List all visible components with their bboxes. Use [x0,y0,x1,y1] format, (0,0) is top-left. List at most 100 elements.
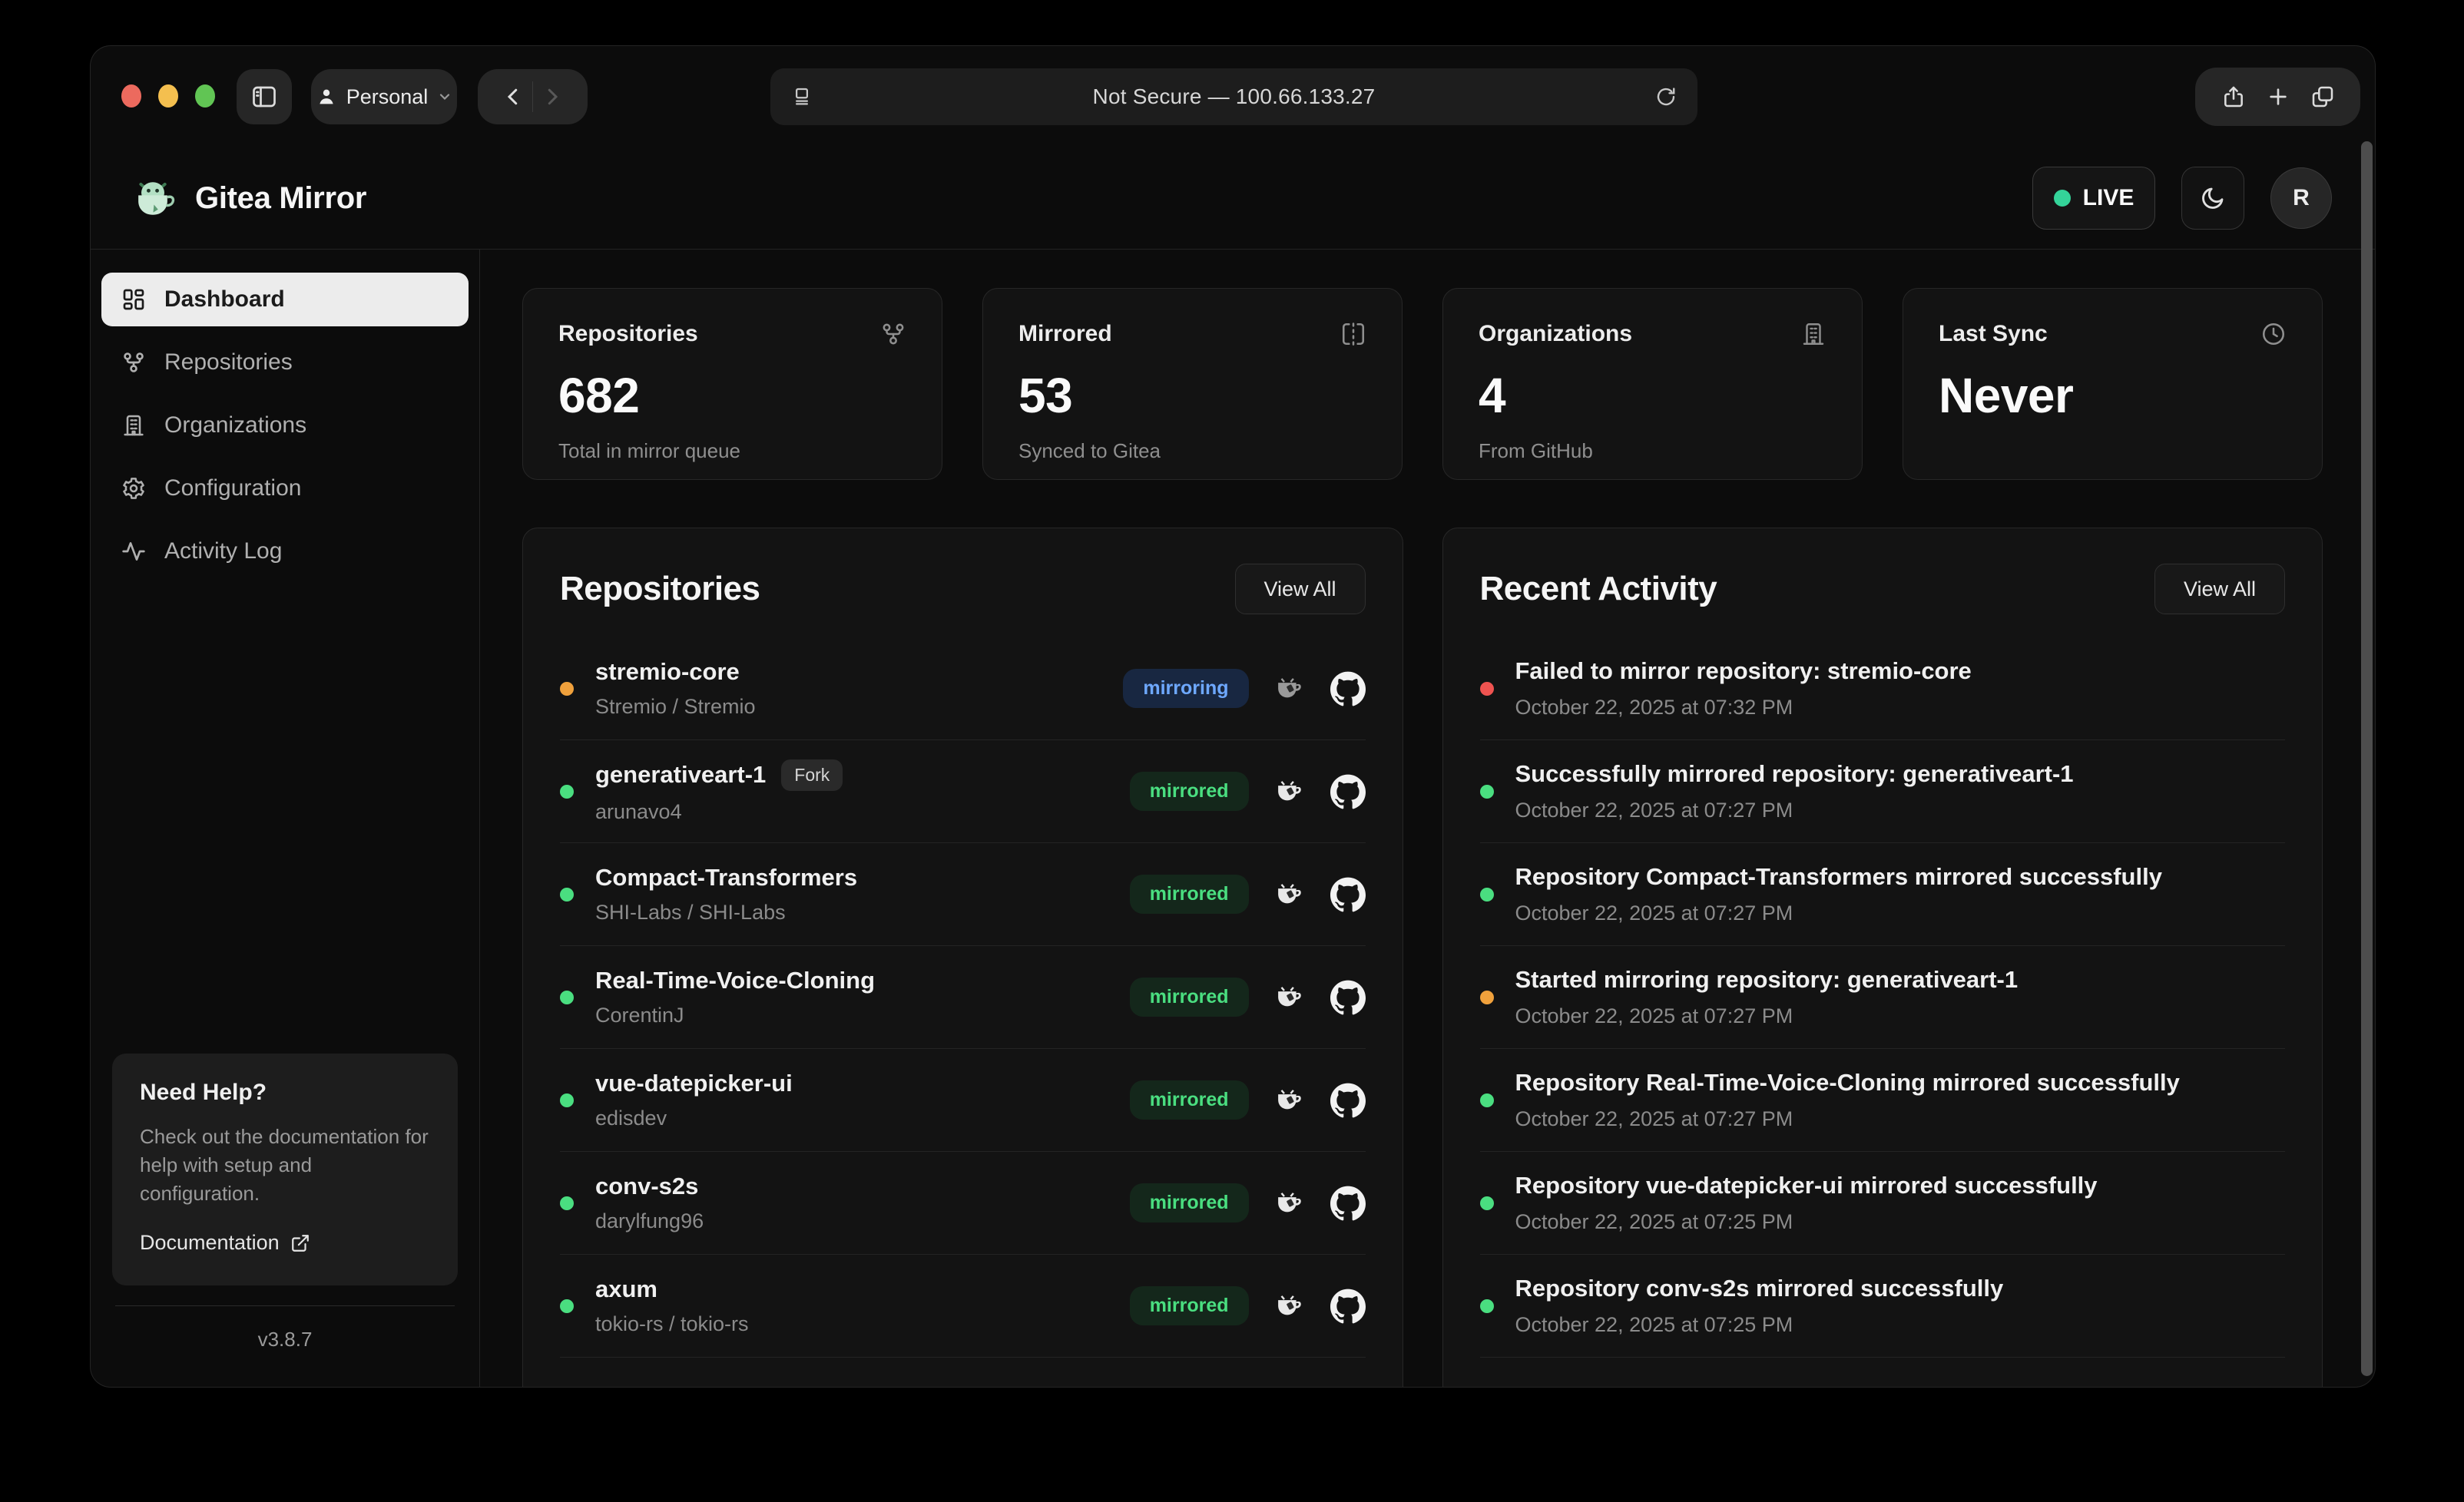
gitea-mug-icon[interactable] [1273,1187,1306,1219]
app-header: Gitea Mirror LIVE R [91,147,2375,250]
stat-subtext: Total in mirror queue [558,439,906,463]
github-icon[interactable] [1330,671,1366,706]
activity-row[interactable]: Started mirroring repository: generative… [1480,946,2286,1049]
repo-row[interactable]: Compact-Transformers SHI-Labs / SHI-Labs… [560,843,1366,946]
documentation-link[interactable]: Documentation [140,1231,310,1255]
sidebar-item-repositories[interactable]: Repositories [101,336,469,389]
avatar-initial: R [2293,185,2310,211]
sidebar-divider [115,1305,455,1306]
stat-label: Last Sync [1939,321,2048,347]
activity-row[interactable]: Repository conv-s2s mirrored successfull… [1480,1255,2286,1358]
zoom-window-icon[interactable] [195,84,215,108]
chevron-down-icon [437,89,452,104]
stat-label: Organizations [1479,321,1632,347]
status-dot [1480,785,1494,799]
github-icon[interactable] [1330,980,1366,1015]
sidebar-item-configuration[interactable]: Configuration [101,462,469,515]
avatar[interactable]: R [2270,167,2332,229]
theme-toggle-button[interactable] [2181,167,2244,230]
github-icon[interactable] [1330,774,1366,809]
github-icon[interactable] [1330,1289,1366,1324]
stat-value: 682 [558,367,906,424]
activity-timestamp: October 22, 2025 at 07:27 PM [1515,1107,2180,1131]
back-icon[interactable] [502,85,525,108]
repo-row[interactable]: conv-s2s darylfung96 mirrored [560,1152,1366,1255]
status-dot [560,1299,574,1313]
help-body: Check out the documentation for help wit… [140,1123,430,1208]
profile-label: Personal [346,85,429,109]
activity-timestamp: October 22, 2025 at 07:25 PM [1515,1210,2098,1234]
status-dot [560,1093,574,1107]
gitea-mug-icon[interactable] [1273,1084,1306,1117]
repo-row[interactable]: stremio-core Stremio / Stremio mirroring [560,637,1366,740]
repo-owner: darylfung96 [595,1209,704,1233]
page-format-icon[interactable] [790,85,813,108]
activity-row[interactable]: Failed to mirror repository: stremio-cor… [1480,637,2286,740]
view-all-activity-button[interactable]: View All [2154,564,2285,614]
view-all-label: View All [1263,577,1336,601]
sidebar-item-activity-log[interactable]: Activity Log [101,524,469,578]
clock-icon [2260,321,2287,347]
app-version: v3.8.7 [101,1328,469,1351]
repo-row[interactable]: axum tokio-rs / tokio-rs mirrored [560,1255,1366,1358]
view-all-label: View All [2184,577,2256,601]
moon-icon [2199,184,2227,212]
activity-title: Started mirroring repository: generative… [1515,966,2019,994]
activity-title: Repository vue-datepicker-ui mirrored su… [1515,1172,2098,1199]
activity-row[interactable]: Repository Real-Time-Voice-Cloning mirro… [1480,1049,2286,1152]
repo-owner: edisdev [595,1107,793,1130]
github-icon[interactable] [1330,1083,1366,1118]
address-text: Not Secure — 100.66.133.27 [813,84,1654,109]
status-dot [1480,682,1494,696]
page-scrollbar[interactable] [2361,141,2373,1376]
gitea-logo-icon [131,176,175,220]
stat-card-last-sync: Last Sync Never [1903,288,2323,480]
activity-timestamp: October 22, 2025 at 07:25 PM [1515,1313,2004,1337]
dashboard-icon [121,287,146,312]
fork-badge: Fork [781,759,843,791]
repo-row[interactable]: vue-datepicker-ui edisdev mirrored [560,1049,1366,1152]
panel-title: Recent Activity [1480,570,1717,608]
activity-row[interactable]: Repository vue-datepicker-ui mirrored su… [1480,1152,2286,1255]
sidebar-item-organizations[interactable]: Organizations [101,399,469,452]
building-icon [121,413,146,438]
reload-icon[interactable] [1654,85,1677,108]
stat-cards: Repositories 682 Total in mirror queue [522,288,2323,480]
gitea-mug-icon[interactable] [1273,1290,1306,1322]
live-status-button[interactable]: LIVE [2032,167,2155,230]
profile-switcher[interactable]: Personal [311,69,457,124]
activity-row[interactable]: Repository Compact-Transformers mirrored… [1480,843,2286,946]
activity-title: Repository Compact-Transformers mirrored… [1515,863,2162,891]
status-dot [560,785,574,799]
minimize-window-icon[interactable] [158,84,178,108]
activity-timestamp: October 22, 2025 at 07:27 PM [1515,1004,2019,1028]
tab-overview-icon[interactable] [2310,84,2335,109]
main-content: Repositories 682 Total in mirror queue [480,250,2375,1387]
view-all-repositories-button[interactable]: View All [1235,564,1366,614]
share-icon[interactable] [2221,84,2246,109]
stat-value: Never [1939,367,2287,424]
address-bar[interactable]: Not Secure — 100.66.133.27 [770,68,1697,125]
github-icon[interactable] [1330,1186,1366,1221]
close-window-icon[interactable] [121,84,141,108]
sidebar-item-dashboard[interactable]: Dashboard [101,273,469,326]
repo-status-badge: mirrored [1130,978,1249,1017]
repo-row[interactable]: generativeart-1 Fork arunavo4 mirrored [560,740,1366,843]
gitea-mug-icon[interactable] [1273,776,1306,808]
sidebar-toggle-button[interactable] [237,69,292,124]
gitea-mug-icon[interactable] [1273,878,1306,911]
traffic-lights [121,84,215,108]
nav-divider [532,81,533,112]
repo-row[interactable]: Real-Time-Voice-Cloning CorentinJ mirror… [560,946,1366,1049]
gitea-mug-icon[interactable] [1273,673,1306,705]
sidebar-item-label: Configuration [164,475,301,501]
repo-owner: SHI-Labs / SHI-Labs [595,901,857,925]
forward-icon[interactable] [541,85,564,108]
gitea-mug-icon[interactable] [1273,981,1306,1014]
activity-row[interactable]: Successfully mirrored repository: genera… [1480,740,2286,843]
new-tab-icon[interactable] [2266,84,2290,109]
stat-card-mirrored: Mirrored 53 Synced to Gitea [982,288,1403,480]
sidebar: Dashboard Repositories O [91,250,480,1387]
repo-name: Real-Time-Voice-Cloning [595,967,875,994]
github-icon[interactable] [1330,877,1366,912]
